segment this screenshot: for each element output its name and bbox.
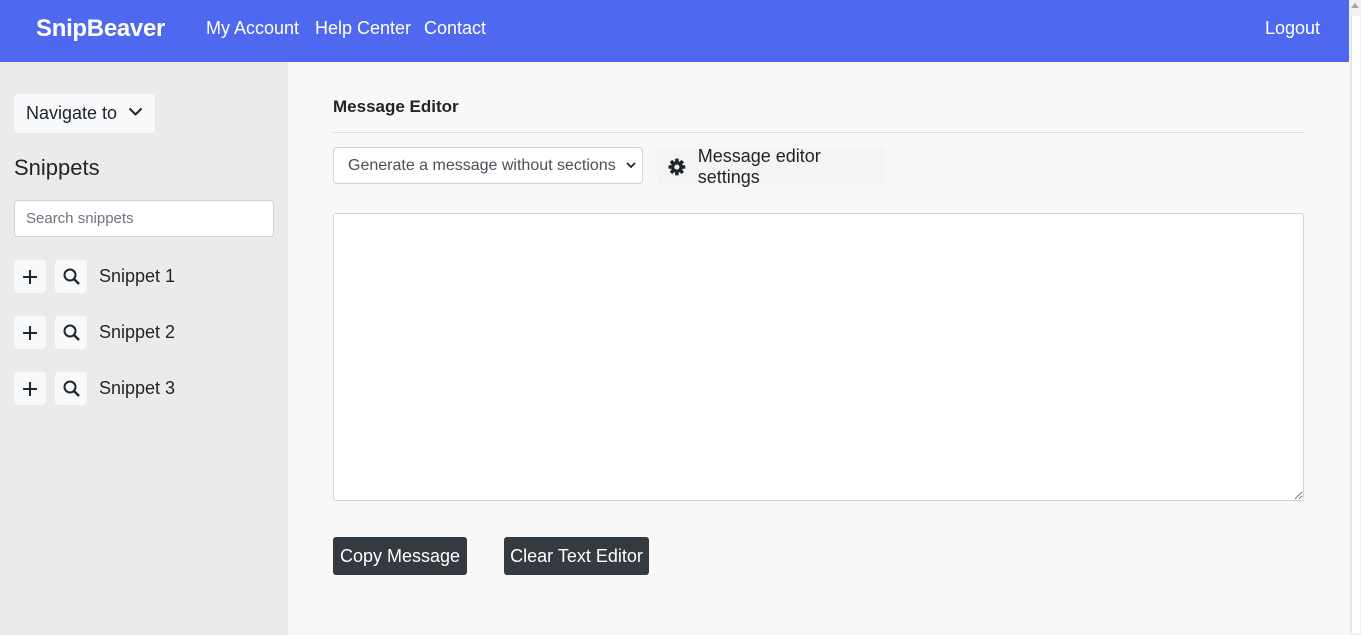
logout-link[interactable]: Logout <box>1265 18 1320 39</box>
nav-link-contact[interactable]: Contact <box>424 18 486 39</box>
message-editor-settings-button[interactable]: Message editor settings <box>657 145 885 187</box>
snippet-label[interactable]: Snippet 2 <box>99 322 175 343</box>
nav-link-my-account[interactable]: My Account <box>206 18 299 39</box>
main-content: Message Editor Generate a message withou… <box>288 62 1349 635</box>
gear-icon <box>668 158 686 175</box>
snippets-heading: Snippets <box>14 155 100 180</box>
view-snippet-button[interactable] <box>55 260 87 293</box>
search-snippets-input[interactable] <box>14 200 274 237</box>
chevron-down-icon <box>626 162 636 169</box>
snippet-label[interactable]: Snippet 1 <box>99 266 175 287</box>
settings-label: Message editor settings <box>697 145 821 187</box>
navigate-to-label: Navigate to <box>26 103 118 123</box>
snippet-row: Snippet 2 <box>14 316 274 349</box>
sidebar: Navigate to Snippets Snippet 1 <box>0 62 288 635</box>
snippet-label[interactable]: Snippet 3 <box>99 378 175 399</box>
clear-text-editor-button[interactable]: Clear Text Editor <box>504 537 649 575</box>
view-snippet-button[interactable] <box>55 316 87 349</box>
message-mode-select[interactable]: Generate a message without sections <box>333 147 643 184</box>
add-snippet-button[interactable] <box>14 316 46 349</box>
brand-logo[interactable]: SnipBeaver <box>36 15 165 43</box>
navigate-to-dropdown[interactable]: Navigate to <box>14 94 155 133</box>
chevron-down-icon <box>128 107 143 116</box>
plus-icon <box>23 269 37 284</box>
snippet-row: Snippet 3 <box>14 372 274 405</box>
snippet-row: Snippet 1 <box>14 260 274 293</box>
page-title: Message Editor <box>333 97 459 116</box>
add-snippet-button[interactable] <box>14 372 46 405</box>
divider <box>333 132 1304 133</box>
message-editor-textarea[interactable] <box>333 213 1304 501</box>
scrollbar-thumb[interactable] <box>1351 16 1360 633</box>
search-icon <box>63 268 80 285</box>
scroll-up-arrow-icon[interactable] <box>1351 3 1359 8</box>
view-snippet-button[interactable] <box>55 372 87 405</box>
message-mode-selected: Generate a message without sections <box>348 156 616 174</box>
search-icon <box>63 380 80 397</box>
nav-link-help-center[interactable]: Help Center <box>315 18 411 39</box>
search-icon <box>63 324 80 341</box>
add-snippet-button[interactable] <box>14 260 46 293</box>
plus-icon <box>23 325 37 340</box>
top-navbar: SnipBeaver My Account Help Center Contac… <box>0 0 1349 62</box>
plus-icon <box>23 381 37 396</box>
copy-message-button[interactable]: Copy Message <box>333 537 467 575</box>
